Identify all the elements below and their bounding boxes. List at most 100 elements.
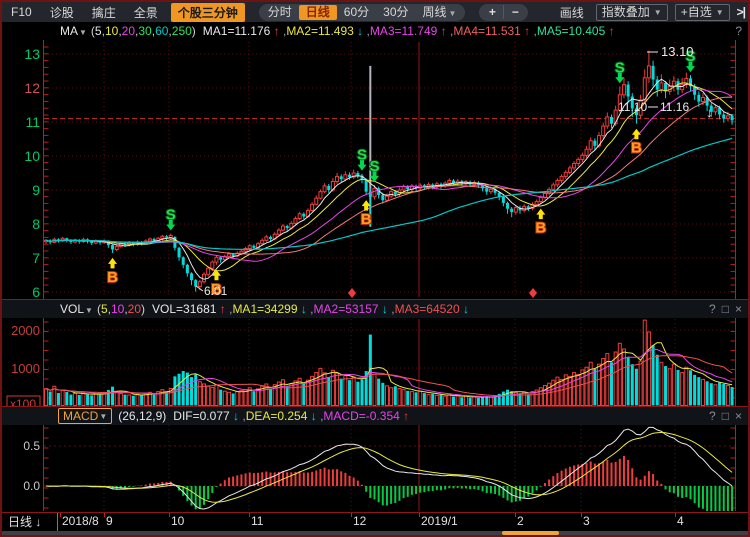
vol-panel-icons: ? □ × (709, 302, 742, 316)
price-callout: 11.16 (660, 100, 689, 114)
price-chart[interactable]: BSBSBSBSBS (45, 48, 734, 298)
menu-quanjing[interactable]: 全景 (125, 4, 167, 21)
ma-header: MA▼ (5,10,20,30,60,250) MA1=11.176 ↑ ,MA… (2, 22, 748, 40)
axis-tick (419, 513, 420, 517)
down-arrow-icon: ↓ (460, 302, 469, 316)
price-callout: 6.01 (204, 284, 228, 298)
indicator-value: DIF=0.077 (173, 409, 229, 423)
macd-dropdown[interactable]: MACD▼ (58, 408, 112, 424)
period-tabs: 分时日线60分30分周线▼ (259, 4, 466, 21)
toolbar: F10 诊股 擒庄 全景 个股三分钟 分时日线60分30分周线▼ + − 画线 … (2, 2, 748, 22)
axis-tick-label: 12 (353, 514, 366, 528)
sell-marker: S (357, 147, 367, 171)
chevron-down-icon: ▼ (449, 9, 457, 18)
svg-text:B: B (361, 211, 372, 228)
indicator-value: MA5=10.405 (537, 24, 605, 38)
help-icon[interactable]: ? (735, 24, 742, 38)
axis-tick (515, 513, 516, 517)
zoom-in-button[interactable]: + (481, 5, 503, 19)
indicator-value: VOL=31681 (152, 302, 216, 316)
vol-values: VOL=31681 ↑ ,MA1=34299 ↓ ,MA2=53157 ↓ ,M… (152, 302, 469, 316)
tab-分时[interactable]: 分时 (261, 5, 299, 20)
indicator-value: MA4=11.531 (453, 24, 521, 38)
up-arrow-icon: ↑ (437, 24, 446, 38)
period-selector[interactable]: 日线 ↓ (2, 513, 58, 531)
index-overlay-label: 指数叠加 (602, 5, 650, 20)
zoom-controls: + − (479, 4, 528, 21)
menu-qinzhuang[interactable]: 擒庄 (83, 4, 125, 21)
tab-日线[interactable]: 日线 (299, 5, 337, 20)
tab-30分[interactable]: 30分 (376, 5, 415, 20)
axis-tick-label: 2018/8 (62, 514, 99, 528)
price-axis-label: 11 (25, 114, 40, 130)
price-axis-label: 10 (24, 148, 40, 164)
macd-axis-label: 0.0 (23, 479, 40, 493)
axis-tick-label: 2 (517, 514, 524, 528)
close-icon[interactable]: × (735, 409, 742, 423)
collapse-panel-icon[interactable]: >| (737, 5, 745, 19)
macd-values: DIF=0.077 ↓ ,DEA=0.254 ↓ ,MACD=-0.354 ↑ (173, 409, 409, 423)
separator: , (363, 24, 370, 38)
price-axis-label: 6 (32, 284, 40, 300)
annotations: 13.106.0111.1011.16↓ (196, 44, 713, 298)
volume-chart[interactable] (45, 320, 734, 405)
macd-panel-icons: ? □ × (709, 409, 742, 423)
axis-tick (581, 513, 582, 517)
indicator-value: MA1=34299 (232, 302, 297, 316)
sell-marker: S (166, 207, 176, 231)
param-text: 20 (122, 24, 135, 38)
chevron-down-icon: ▼ (654, 5, 662, 20)
help-icon[interactable]: ? (709, 302, 716, 316)
macd-chart[interactable] (46, 427, 732, 511)
draw-line-button[interactable]: 画线 (560, 4, 584, 21)
param-text: ) (192, 24, 196, 38)
param-text: 60 (155, 24, 168, 38)
param-text: 20 (128, 302, 141, 316)
indicator-value: MA3=64520 (395, 302, 460, 316)
zoom-out-button[interactable]: − (503, 5, 526, 19)
help-icon[interactable]: ? (709, 409, 716, 423)
arrow-down-icon: ↓ (35, 515, 41, 529)
axis-tick (351, 513, 352, 517)
up-arrow-icon: ↑ (521, 24, 530, 38)
ma-dropdown[interactable]: MA▼ (60, 24, 87, 38)
vol-dropdown[interactable]: VOL▼ (60, 302, 93, 316)
svg-text:B: B (631, 140, 642, 157)
axis-tick (249, 513, 250, 517)
indicator-value: MA3=11.749 (370, 24, 438, 38)
indicator-value: MA1=11.176 (203, 24, 271, 38)
axis-tick-label: 3 (583, 514, 590, 528)
scrollbar-thumb[interactable] (502, 531, 559, 535)
chevron-down-icon: ▼ (79, 28, 87, 37)
buy-marker: B (107, 258, 118, 286)
tab-周线[interactable]: 周线▼ (416, 5, 464, 20)
toolbar-right: 画线 指数叠加 ▼ +自选 ▼ >| (560, 4, 748, 21)
param-text: ) (141, 302, 145, 316)
event-diamond-icon[interactable] (348, 288, 356, 298)
maximize-icon[interactable]: □ (722, 409, 729, 423)
axis-tick (104, 513, 105, 517)
chart-scrollbar[interactable] (2, 531, 748, 535)
axis-tick-label: 4 (677, 514, 684, 528)
macd-axis-label: 0.5 (23, 439, 40, 453)
add-watchlist-dropdown[interactable]: +自选 ▼ (675, 4, 730, 21)
chevron-down-icon: ▼ (85, 306, 93, 315)
vol-axis-label: 1000 (11, 361, 40, 376)
add-watchlist-label: +自选 (681, 5, 712, 20)
menu-f10[interactable]: F10 (2, 5, 41, 19)
menu-zhengu[interactable]: 诊股 (41, 4, 83, 21)
price-callout: 11.10 (618, 100, 647, 114)
maximize-icon[interactable]: □ (722, 302, 729, 316)
stock-3min-button[interactable]: 个股三分钟 (171, 3, 245, 22)
down-arrow-icon: ↓ (307, 409, 316, 423)
tab-60分[interactable]: 60分 (337, 5, 376, 20)
event-diamond-icon[interactable] (529, 288, 537, 298)
vol-header: VOL▼ (5,10,20) VOL=31681 ↑ ,MA1=34299 ↓ … (2, 299, 748, 318)
chart-canvas[interactable]: 13121110987620001000x1000.50.0BSBSBSBSBS… (0, 0, 750, 537)
close-icon[interactable]: × (735, 302, 742, 316)
param-text: 5 (95, 24, 102, 38)
index-overlay-dropdown[interactable]: 指数叠加 ▼ (596, 4, 668, 21)
indicator-value: MA2=53157 (314, 302, 379, 316)
indicator-value: MA2=11.493 (286, 24, 354, 38)
svg-text:B: B (535, 220, 546, 237)
